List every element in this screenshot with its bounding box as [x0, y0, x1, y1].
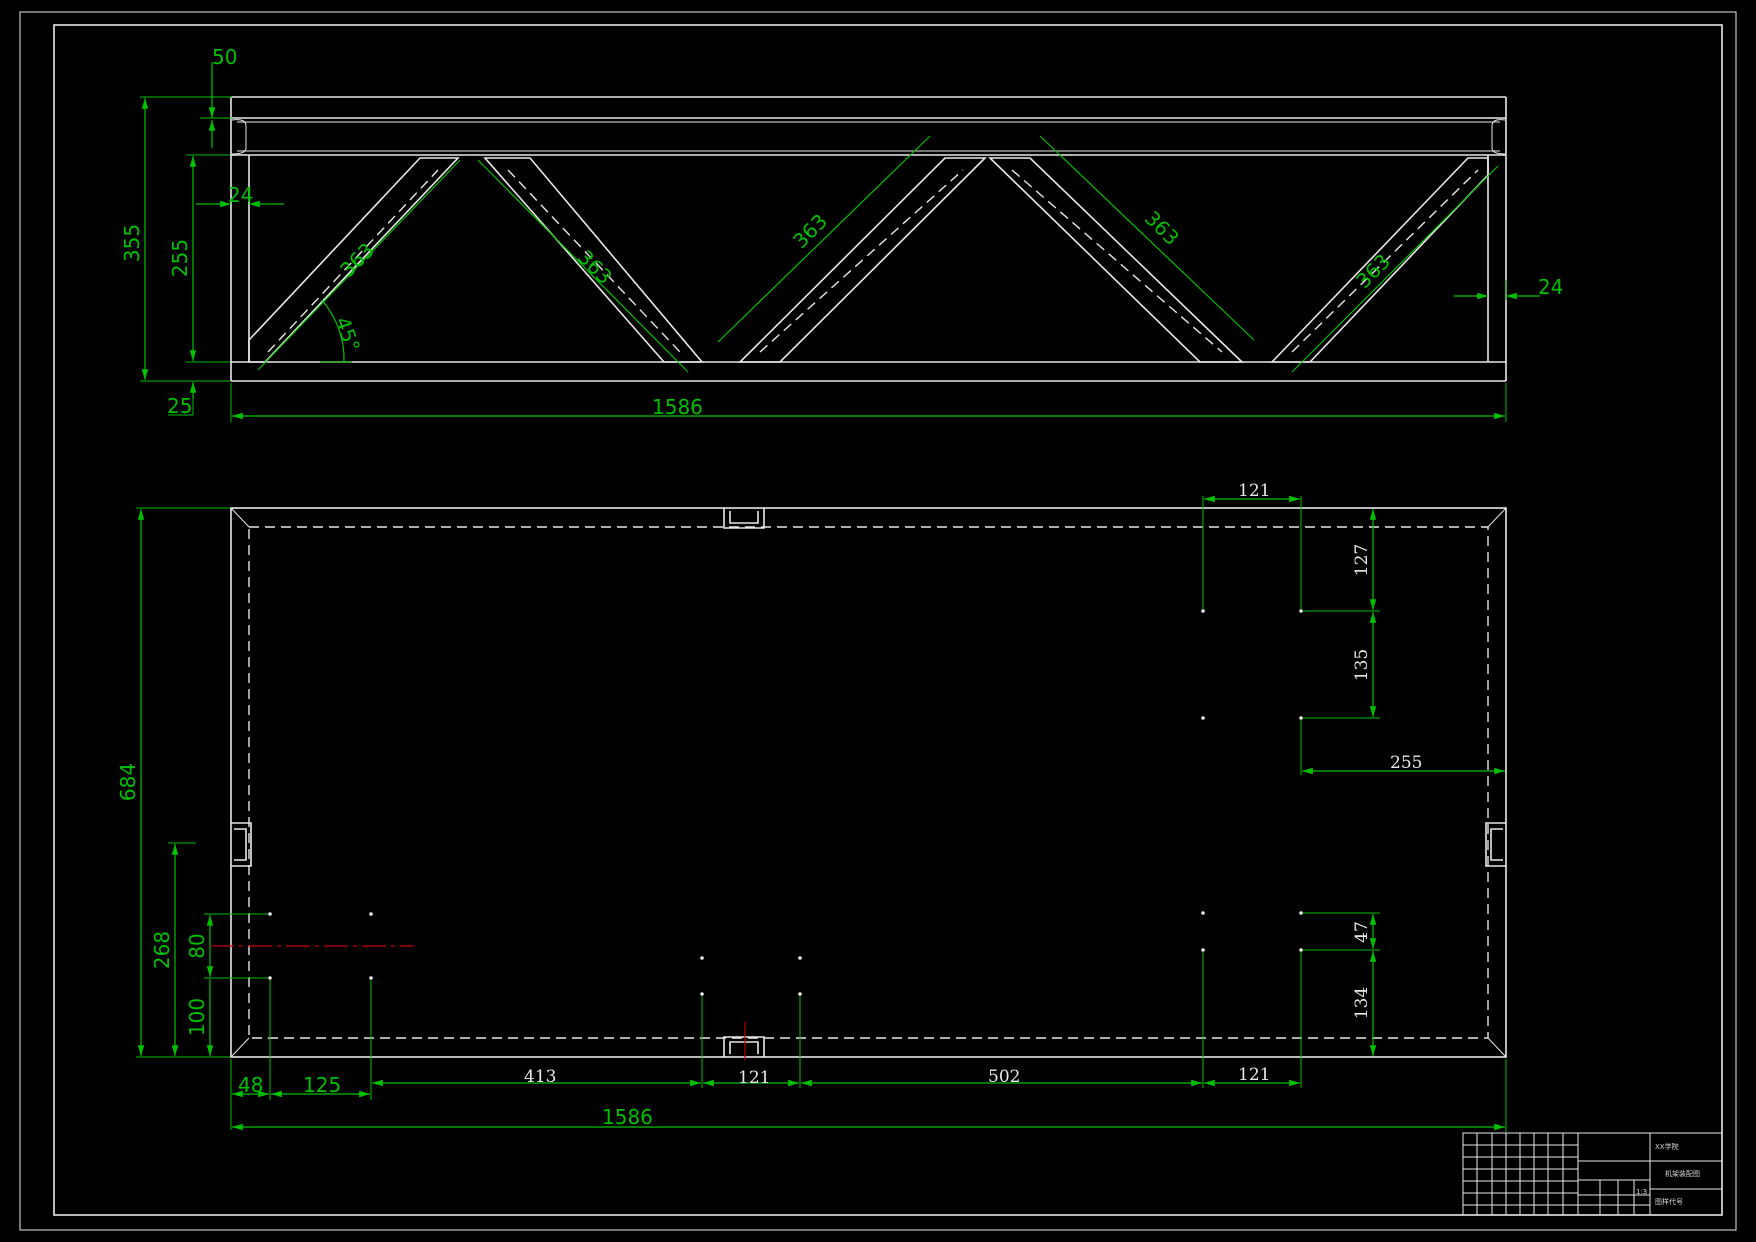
dim-diagonal-5: 363 — [1351, 249, 1395, 293]
dim-diagonal-1: 363 — [335, 238, 379, 282]
dim-vertical-134: 134 — [1352, 987, 1372, 1019]
dim-left-edge-48: 48 — [238, 1073, 263, 1097]
dim-plan-width: 684 — [116, 763, 140, 801]
dim-top-offset-127: 127 — [1352, 544, 1372, 576]
channel-section-left — [231, 822, 252, 867]
dim-diagonal-2: 363 — [573, 245, 617, 289]
dim-left-hole-height: 268 — [150, 931, 174, 969]
channel-section-bottom — [723, 1036, 765, 1057]
dim-inner-height: 255 — [168, 239, 192, 277]
dim-span-413: 413 — [524, 1067, 556, 1087]
dim-vertical-47: 47 — [1352, 921, 1372, 943]
dim-post-width-left: 24 — [228, 183, 253, 207]
dim-diagonal-4: 363 — [1140, 206, 1184, 250]
dim-flange-thickness: 50 — [212, 45, 237, 69]
dim-diagonal-3: 363 — [788, 209, 832, 253]
front-view: 50 355 255 24 25 1586 24 363 363 363 363… — [120, 45, 1563, 422]
title-drawing-title: 机架装配图 — [1665, 1169, 1700, 1178]
dim-right-spacing-121-top: 121 — [1238, 481, 1270, 501]
dim-bottom-flange: 25 — [167, 394, 192, 418]
dim-center-spacing-121: 121 — [738, 1068, 770, 1088]
dim-right-spacing-121-bottom: 121 — [1238, 1065, 1270, 1085]
dim-left-spacing-125: 125 — [303, 1073, 341, 1097]
cad-drawing-sheet: 50 355 255 24 25 1586 24 363 363 363 363… — [19, 11, 1737, 1231]
dim-post-width-right: 24 — [1538, 275, 1563, 299]
title-drawing-no: 图样代号 — [1655, 1197, 1683, 1206]
dim-diagonal-angle: 45° — [330, 314, 365, 356]
outer-border — [19, 11, 1737, 1231]
channel-section-top — [723, 508, 765, 529]
dim-plan-overall-length: 1586 — [602, 1105, 653, 1129]
dim-front-overall-length: 1586 — [652, 395, 703, 419]
dim-hole-offset-100: 100 — [185, 998, 209, 1036]
dim-hole-spacing-80: 80 — [185, 933, 209, 958]
diagonal-members — [248, 157, 1489, 363]
dim-span-502: 502 — [988, 1067, 1020, 1087]
title-school: XX学院 — [1655, 1142, 1679, 1151]
mounting-holes — [268, 609, 1303, 996]
dim-vertical-135: 135 — [1352, 649, 1372, 681]
inner-border — [53, 24, 1723, 1216]
channel-section-right — [1485, 822, 1506, 867]
dim-total-height: 355 — [120, 224, 144, 262]
title-block: XX学院 机架装配图 图样代号 1:3 — [1462, 1132, 1723, 1216]
title-scale: 1:3 — [1636, 1188, 1647, 1196]
dim-right-offset-255: 255 — [1390, 753, 1422, 773]
plan-view: 684 268 80 100 48 125 413 121 502 121 15… — [116, 481, 1507, 1132]
